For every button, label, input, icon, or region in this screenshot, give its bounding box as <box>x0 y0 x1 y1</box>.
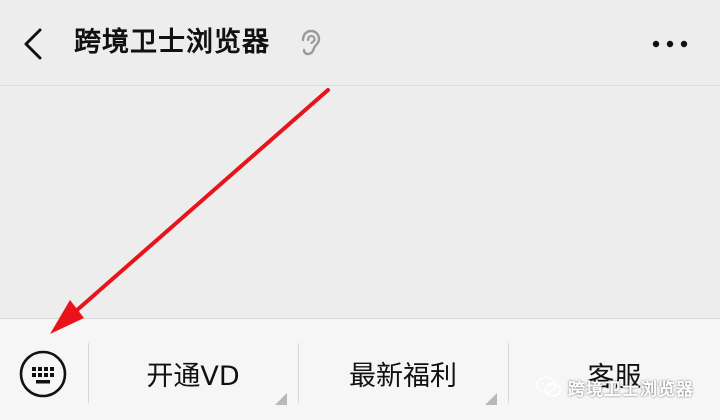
more-dots-icon <box>652 40 688 48</box>
chat-area <box>0 86 720 318</box>
back-button[interactable] <box>18 24 52 64</box>
more-button[interactable] <box>646 28 694 60</box>
menu-item-label: 开通VD <box>146 360 240 392</box>
watermark: 跨境卫士浏览器 <box>536 372 694 402</box>
submenu-indicator-icon <box>485 393 497 405</box>
submenu-indicator-icon <box>275 393 287 405</box>
keyboard-icon <box>19 350 67 398</box>
menu-item-label: 最新福利 <box>349 360 457 392</box>
watermark-text: 跨境卫士浏览器 <box>568 379 694 400</box>
top-bar: 跨境卫士浏览器 <box>0 0 720 86</box>
wechat-icon <box>536 376 562 397</box>
bottom-menu-bar: 开通VD 最新福利 客服 <box>0 318 720 420</box>
ear-icon <box>298 29 322 57</box>
page-title: 跨境卫士浏览器 <box>74 27 270 58</box>
chevron-left-icon <box>24 28 42 60</box>
keyboard-toggle-button[interactable] <box>18 349 68 399</box>
menu-item-latest-benefits[interactable]: 最新福利 <box>299 333 507 413</box>
menu-item-open-vd[interactable]: 开通VD <box>89 333 297 413</box>
